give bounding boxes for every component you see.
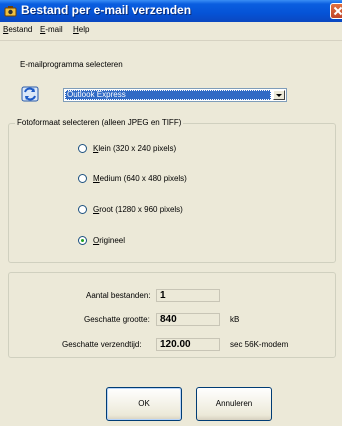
email-program-select[interactable]: Outlook Express bbox=[63, 88, 287, 102]
time-unit-label: sec 56K-modem bbox=[230, 340, 289, 349]
radio-label: Origineel bbox=[93, 236, 126, 245]
radio-label: Klein (320 x 240 pixels) bbox=[93, 144, 177, 153]
camera-app-icon bbox=[4, 6, 17, 17]
radio-button[interactable] bbox=[78, 205, 87, 214]
ok-button[interactable]: OK bbox=[106, 387, 182, 421]
radio-label: Medium (640 x 480 pixels) bbox=[93, 174, 187, 183]
close-button[interactable] bbox=[330, 3, 342, 19]
photo-format-legend: Fotoformaat selecteren (alleen JPEG en T… bbox=[15, 118, 184, 127]
radio-button-checked[interactable] bbox=[78, 236, 87, 245]
radio-label: Groot (1280 x 960 pixels) bbox=[93, 205, 183, 214]
menu-help[interactable]: Help bbox=[73, 25, 89, 34]
email-program-label: E-mailprogramma selecteren bbox=[20, 60, 123, 69]
files-count-field: 1 bbox=[156, 289, 220, 302]
menu-email[interactable]: E-mail bbox=[40, 25, 63, 34]
close-icon bbox=[333, 6, 342, 16]
radio-button[interactable] bbox=[78, 144, 87, 153]
dialog-window: Bestand per e-mail verzenden Bestand E-m… bbox=[0, 0, 342, 426]
size-unit-label: kB bbox=[230, 315, 240, 324]
estimated-size-label: Geschatte grootte: bbox=[84, 315, 150, 324]
chevron-down-icon[interactable] bbox=[273, 90, 285, 100]
estimated-time-field: 120.00 bbox=[156, 338, 220, 351]
estimated-time-label: Geschatte verzendtijd: bbox=[62, 340, 142, 349]
cancel-button[interactable]: Annuleren bbox=[196, 387, 272, 421]
estimated-size-field: 840 bbox=[156, 313, 220, 326]
email-program-value: Outlook Express bbox=[65, 90, 271, 100]
title-bar[interactable]: Bestand per e-mail verzenden bbox=[0, 0, 342, 22]
window-title: Bestand per e-mail verzenden bbox=[21, 3, 192, 17]
menu-bestand[interactable]: Bestand bbox=[3, 25, 32, 34]
email-refresh-icon bbox=[21, 86, 39, 102]
files-count-label: Aantal bestanden: bbox=[86, 291, 151, 300]
menu-bar: Bestand E-mail Help bbox=[0, 22, 342, 41]
radio-button[interactable] bbox=[78, 174, 87, 183]
